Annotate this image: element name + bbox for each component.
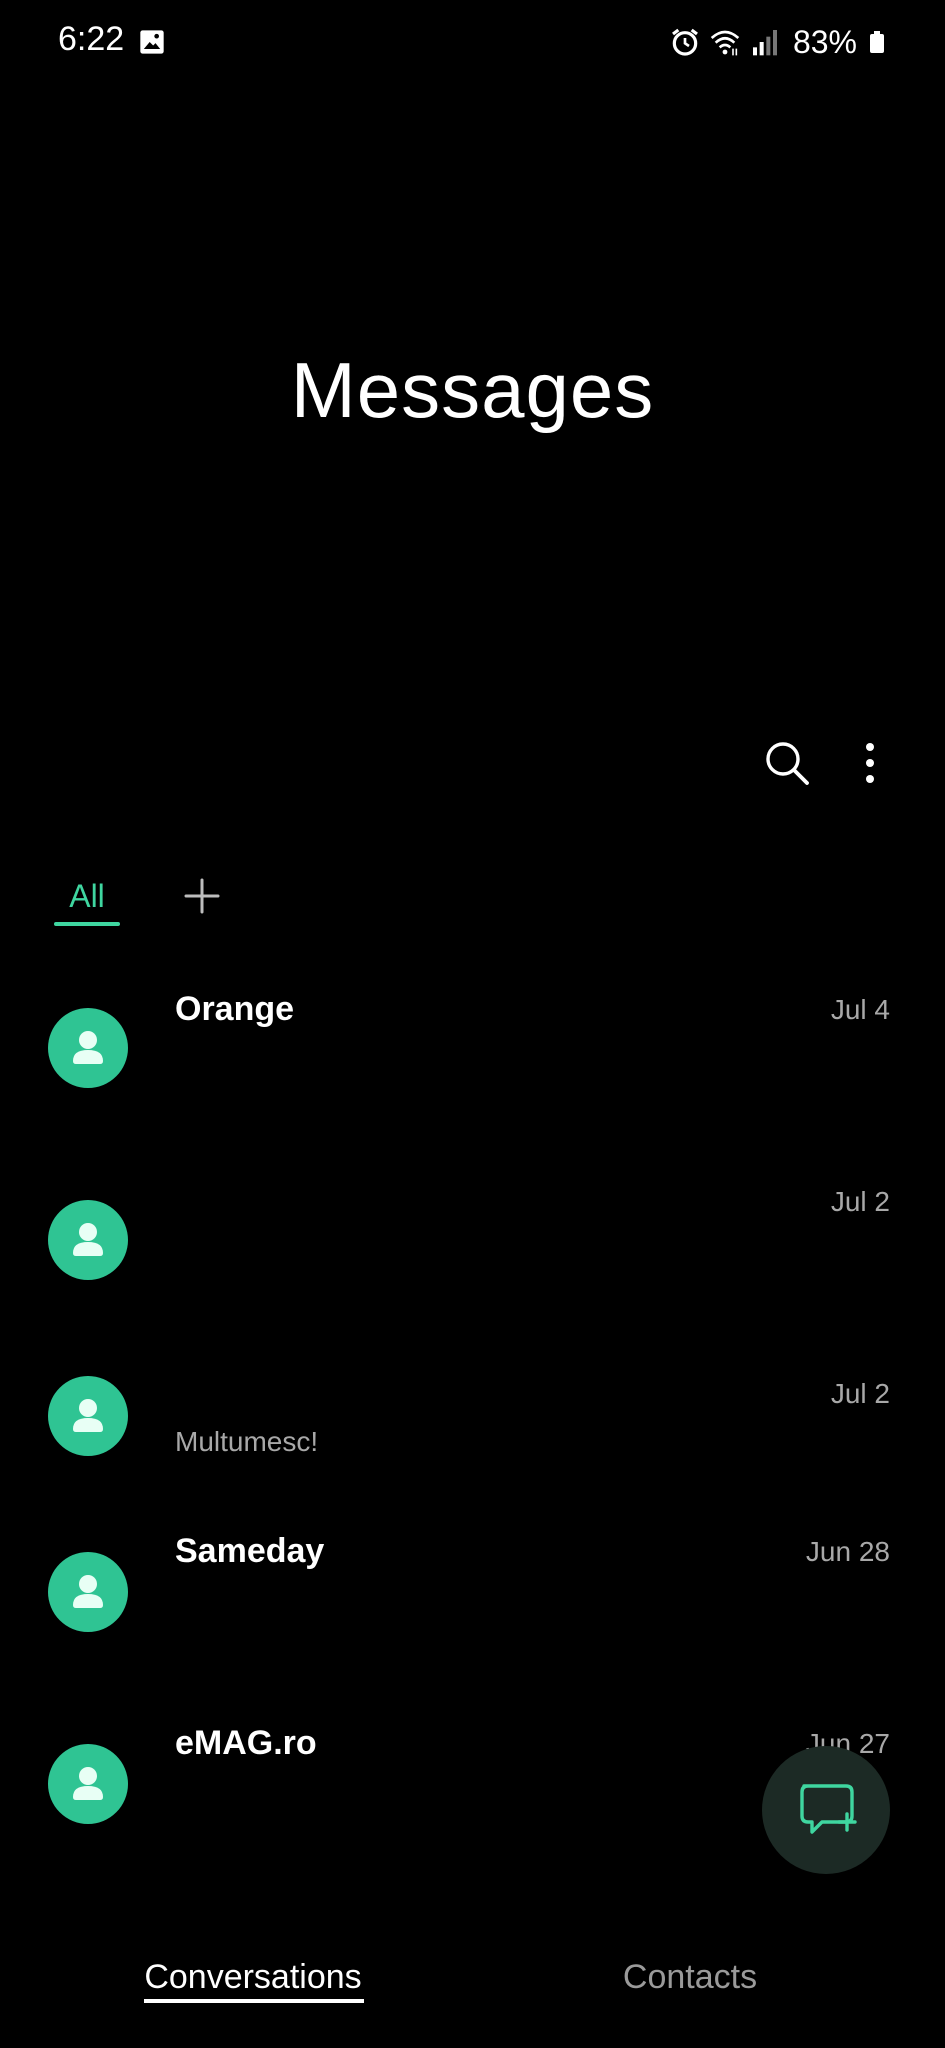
person-icon [73, 1767, 103, 1800]
conversation-date: Jul 2 [830, 1186, 890, 1217]
plus-icon[interactable] [182, 876, 222, 916]
tab-all[interactable]: All [54, 878, 120, 915]
person-icon [73, 1031, 103, 1064]
conversation-date: Jun 28 [805, 1536, 890, 1567]
tab-contacts[interactable]: Contacts [600, 1958, 780, 1997]
avatar [48, 1008, 128, 1088]
more-vert-icon[interactable] [844, 737, 896, 789]
conversation-date: Jul 2 [830, 1378, 890, 1409]
avatar [48, 1200, 128, 1280]
conversation-name: eMAG.ro [175, 1724, 317, 1762]
new-message-button[interactable] [762, 1746, 890, 1874]
conversation-item[interactable]: Jul 2 [0, 1162, 945, 1332]
new-message-icon [800, 1784, 857, 1834]
conversation-preview: Multumesc! [175, 1426, 319, 1457]
tab-conversations-indicator [144, 1999, 364, 2003]
avatar [48, 1552, 128, 1632]
person-icon [73, 1223, 103, 1256]
battery-percentage: 83% [792, 23, 857, 60]
avatar [48, 1744, 128, 1824]
conversation-item[interactable]: Orange Jul 4 [0, 970, 945, 1140]
wifi-icon [710, 30, 740, 56]
person-icon [73, 1575, 103, 1608]
battery-icon [870, 31, 884, 53]
tab-conversations[interactable]: Conversations [142, 1958, 364, 1997]
status-time: 6:22 [58, 20, 125, 58]
status-bar: 6:22 83% [0, 0, 945, 84]
alarm-icon [671, 28, 698, 56]
conversation-item[interactable]: Jul 2 Multumesc! [0, 1354, 945, 1514]
signal-icon [752, 30, 777, 56]
image-notification-icon [140, 30, 164, 54]
status-right-icons: 83% [669, 20, 889, 64]
tab-all-indicator [54, 922, 120, 926]
conversation-name: Sameday [175, 1532, 325, 1570]
conversation-name: Orange [175, 990, 295, 1028]
page-title: Messages [290, 346, 655, 434]
avatar [48, 1376, 128, 1456]
conversation-date: Jul 4 [830, 994, 890, 1025]
person-icon [73, 1399, 103, 1432]
search-icon[interactable] [761, 737, 813, 789]
conversation-item[interactable]: Sameday Jun 28 [0, 1512, 945, 1692]
